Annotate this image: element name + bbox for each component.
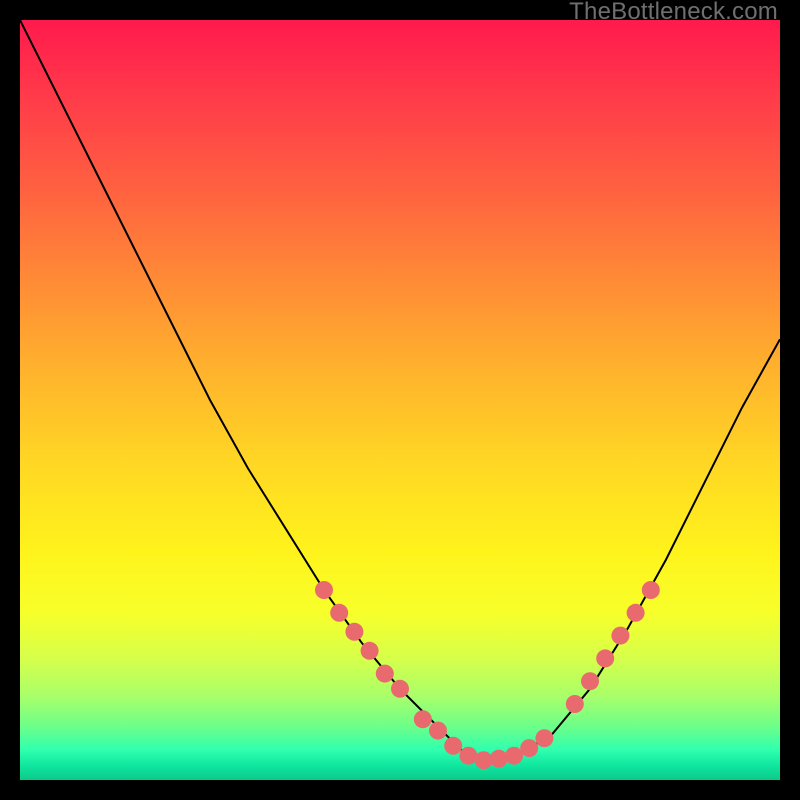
marker-dot [429, 722, 447, 740]
marker-dot [596, 649, 614, 667]
marker-dot [391, 680, 409, 698]
marker-dot [566, 695, 584, 713]
marker-dot [627, 604, 645, 622]
marker-dot [611, 627, 629, 645]
marker-dot [330, 604, 348, 622]
marker-dot [475, 751, 493, 769]
chart-frame: TheBottleneck.com [0, 0, 800, 800]
marker-group [315, 581, 660, 769]
chart-svg [20, 20, 780, 780]
marker-dot [376, 665, 394, 683]
marker-dot [581, 672, 599, 690]
plot-area [20, 20, 780, 780]
marker-dot [361, 642, 379, 660]
marker-dot [459, 747, 477, 765]
marker-dot [345, 623, 363, 641]
marker-dot [444, 737, 462, 755]
marker-dot [520, 739, 538, 757]
marker-dot [414, 710, 432, 728]
marker-dot [315, 581, 333, 599]
marker-dot [535, 729, 553, 747]
bottleneck-curve [20, 20, 780, 761]
marker-dot [642, 581, 660, 599]
marker-dot [490, 750, 508, 768]
